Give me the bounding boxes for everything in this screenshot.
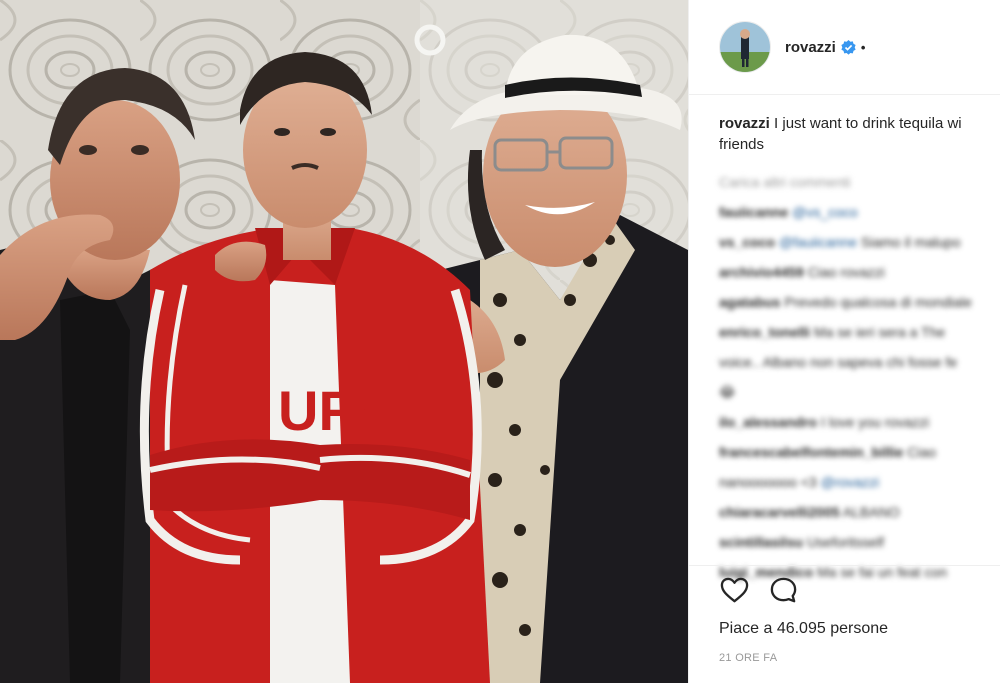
verified-badge-icon [841,39,856,55]
comment-item: 😂 [719,377,1000,407]
comment-user[interactable]: scintillasilsu [719,534,803,550]
load-more-comments[interactable]: Carica altri commenti [719,167,1000,197]
comment-text: Ciao [907,444,937,460]
comment-text: Siamo il malupo [860,234,961,250]
comment-text: Ma se ieri sera a The [813,324,946,340]
comment-mention[interactable]: @fauiicanne [779,234,857,250]
comment-text: Useforitsself [806,534,884,550]
comment-mention[interactable]: @vs_coco [792,204,858,220]
comment-user[interactable]: ilo_alessandro [719,414,817,430]
likes-count[interactable]: Piace a 46.095 persone [719,620,888,638]
post-side-panel: rovazzi • rovazzi I just want to drink t… [688,0,1000,683]
comment-user[interactable]: enrico_tonelli [719,324,810,340]
comment-text: 😂 [719,384,736,400]
post-image: UFF [0,0,688,683]
heart-icon[interactable] [719,575,750,606]
comment-bubble-icon[interactable] [768,575,799,606]
instagram-post: UFF rovazzi • rovazzi I just want to dri… [0,0,1000,683]
comment-item: agatabus Prevedo qualcosa di mondiale [719,287,1000,317]
header-separator-dot: • [860,39,866,55]
comment-text: nanooooooo <3 [719,474,817,490]
comment-item: francescabelfontemin_billie Ciao [719,437,1000,467]
comment-item: voice.. Albano non sapeva chi fosse fe [719,347,1000,377]
comment-text: ALBANO [842,504,900,520]
comment-item: ilo_alessandro I love you rovazzi [719,407,1000,437]
comment-text: voice.. Albano non sapeva chi fosse fe [719,354,958,370]
caption-text-line1: I just want to drink tequila wi [774,115,962,132]
comments-list: Carica altri commenti fauiicanne @vs_coc… [689,155,1000,587]
comment-item: nanooooooo <3 @rovazzi [719,467,1000,497]
comment-item: fauiicanne @vs_coco [719,197,1000,227]
comment-item: archivio4459 Ciao rovazzi [719,257,1000,287]
username[interactable]: rovazzi [785,39,836,56]
comment-item: chiaracarvelli2005 ALBANO [719,497,1000,527]
comment-text: Ciao rovazzi [807,264,885,280]
comment-user[interactable]: fauiicanne [719,204,788,220]
svg-text:UFF: UFF [278,379,387,442]
comment-item: scintillasilsu Useforitsself [719,527,1000,557]
post-header: rovazzi • [689,0,1000,95]
comment-user[interactable]: archivio4459 [719,264,804,280]
comment-user[interactable]: agatabus [719,294,780,310]
caption-text-line2: friends [719,136,765,153]
avatar[interactable] [719,21,771,73]
comment-text: Ma se fai un feat con [817,564,947,580]
caption-username[interactable]: rovazzi [719,115,770,132]
comment-user[interactable]: vs_coco [719,234,775,250]
post-caption: rovazzi I just want to drink tequila wi … [689,95,1000,155]
post-timestamp[interactable]: 21 ORE FA [719,652,777,664]
post-photo[interactable]: UFF [0,0,688,683]
comment-mention[interactable]: @rovazzi [821,474,880,490]
comment-user[interactable]: chiaracarvelli2005 [719,504,840,520]
comment-text: I love you rovazzi [820,414,930,430]
comment-text: Prevedo qualcosa di mondiale [784,294,972,310]
comment-item: enrico_tonelli Ma se ieri sera a The [719,317,1000,347]
post-actions [719,575,799,606]
comment-item: vs_coco @fauiicanne Siamo il malupo [719,227,1000,257]
actions-divider [689,565,1000,566]
comment-user[interactable]: francescabelfontemin_billie [719,444,903,460]
